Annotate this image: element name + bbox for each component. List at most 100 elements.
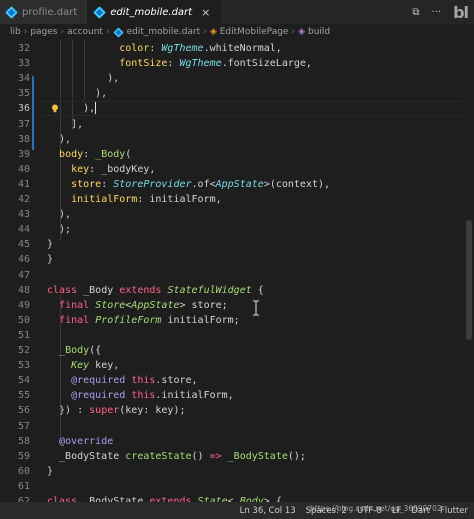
code-line[interactable]: 46} — [0, 252, 474, 267]
code-token: final — [59, 314, 90, 326]
code-token: createState — [125, 450, 192, 462]
code-token: : initialForm, — [137, 194, 222, 205]
code-token: .fontSizeLarge, — [221, 58, 312, 70]
code-line[interactable]: 61 — [0, 479, 474, 494]
code-line[interactable]: 57 — [0, 419, 474, 434]
code-line[interactable]: 43 ), — [0, 207, 474, 222]
code-token: super — [89, 405, 120, 417]
scrollbar-thumb[interactable] — [466, 220, 472, 340]
code-token: .of< — [191, 178, 216, 190]
breadcrumb-item[interactable]: edit_mobile.dart — [127, 27, 201, 37]
code-token: key — [71, 163, 90, 175]
line-number: 54 — [17, 375, 30, 387]
code-token: this — [131, 390, 156, 402]
code-token: () — [191, 450, 210, 462]
code-line[interactable]: 32 color: WgTheme.whiteNormal, — [0, 41, 474, 56]
code-text: ); — [47, 222, 71, 237]
code-line[interactable]: 35 ), — [0, 86, 474, 101]
code-line[interactable]: 53 Key key, — [0, 358, 474, 373]
line-number: 55 — [17, 390, 30, 402]
code-editor[interactable]: 32 color: WgTheme.whiteNormal, 33 fontSiz… — [0, 40, 474, 502]
code-line[interactable]: 52 _Body({ — [0, 343, 474, 358]
line-number: 40 — [17, 163, 30, 175]
breadcrumb-item[interactable]: EditMobilePage — [220, 27, 289, 37]
breadcrumb: lib › pages › account › edit_mobile.dart… — [0, 24, 474, 40]
code-text: class _BodyState extends State<_Body> { — [47, 494, 282, 502]
split-editor-icon[interactable]: ⧉ — [412, 7, 419, 18]
code-line[interactable]: 40 key: _bodyKey, — [0, 162, 474, 177]
code-line[interactable]: 54 @required this.store, — [0, 373, 474, 388]
code-text: } — [47, 237, 53, 252]
breadcrumb-item[interactable]: pages — [30, 27, 57, 37]
tab-profile[interactable]: profile.dart — [0, 0, 89, 24]
code-token: key, — [89, 360, 120, 372]
code-token: : _bodyKey, — [89, 163, 156, 175]
code-line[interactable]: 41 store: StoreProvider.of<AppState>(con… — [0, 177, 474, 192]
line-number: 48 — [17, 284, 30, 296]
breadcrumb-item[interactable]: account — [67, 27, 103, 37]
line-number: 49 — [17, 299, 30, 311]
code-text: ), — [47, 86, 107, 101]
line-number: 43 — [17, 209, 30, 221]
code-line[interactable]: 51 — [0, 328, 474, 343]
code-line[interactable]: 62 class _BodyState extends State<_Body> … — [0, 494, 474, 502]
tab-label: profile.dart — [22, 6, 78, 18]
code-line[interactable]: 44 ); — [0, 222, 474, 237]
code-line[interactable]: 58 @override — [0, 434, 474, 449]
line-number: 50 — [17, 314, 30, 326]
tab-edit-mobile[interactable]: edit_mobile.dart × — [88, 0, 222, 24]
code-text: Key key, — [47, 358, 119, 373]
watermark: https://blog.csdn.net/qq_36090702 — [310, 504, 442, 513]
code-text: ), — [47, 207, 71, 222]
line-number: 52 — [17, 345, 30, 356]
code-text: final Store<AppState> store; — [47, 298, 228, 313]
line-number: 59 — [17, 450, 30, 462]
code-text: initialForm: initialForm, — [47, 192, 222, 207]
code-token: ), — [47, 88, 108, 100]
breadcrumb-item[interactable]: lib — [10, 27, 21, 37]
code-token: Key — [71, 360, 90, 372]
code-token: WgTheme — [161, 43, 204, 54]
line-number: 51 — [17, 329, 30, 341]
code-token: initialForm; — [161, 314, 240, 326]
breadcrumb-item[interactable]: build — [308, 27, 330, 37]
code-line[interactable]: 47 — [0, 268, 474, 283]
code-text: ], — [47, 117, 83, 132]
code-line[interactable]: 34 ), — [0, 71, 474, 86]
code-line[interactable]: 42 initialForm: initialForm, — [0, 192, 474, 207]
code-token: ProfileForm — [95, 314, 162, 326]
code-line[interactable]: 39 body: _Body( — [0, 147, 474, 162]
code-text: @required this.initialForm, — [47, 388, 234, 403]
code-line[interactable]: 59 _BodyState createState() => _BodyStat… — [0, 449, 474, 464]
code-text: fontSize: WgTheme.fontSizeLarge, — [47, 56, 312, 71]
code-token: Store — [95, 299, 126, 311]
vertical-scrollbar[interactable] — [462, 40, 474, 502]
close-icon[interactable]: × — [201, 6, 210, 19]
code-line[interactable]: 37 ], — [0, 117, 474, 132]
editor-actions: ⧉ ··· bl — [412, 0, 474, 24]
cursor-position[interactable]: Ln 36, Col 13 — [240, 506, 296, 516]
line-number: 58 — [17, 435, 30, 447]
flutter-status[interactable]: Flutter — [440, 506, 468, 516]
code-line[interactable]: 55 @required this.initialForm, — [0, 388, 474, 403]
code-line[interactable]: 50 final ProfileForm initialForm; — [0, 313, 474, 328]
dart-file-icon — [94, 7, 105, 18]
code-token: } — [47, 465, 54, 477]
line-number: 36 — [17, 103, 30, 115]
code-line[interactable]: 56 }) : super(key: key); — [0, 403, 474, 418]
code-line[interactable]: 48 class _Body extends StatefulWidget { — [0, 283, 474, 298]
logo: bl — [453, 2, 469, 22]
code-line[interactable]: 36 ), — [0, 101, 474, 116]
code-text: } — [47, 252, 53, 267]
code-line[interactable]: 60} — [0, 464, 474, 479]
code-line[interactable]: 45} — [0, 237, 474, 252]
code-line[interactable]: 33 fontSize: WgTheme.fontSizeLarge, — [0, 56, 474, 71]
code-line[interactable]: 38 ), — [0, 132, 474, 147]
more-actions-icon[interactable]: ··· — [432, 7, 442, 18]
code-line[interactable]: 49 final Store<AppState> store; — [0, 298, 474, 313]
